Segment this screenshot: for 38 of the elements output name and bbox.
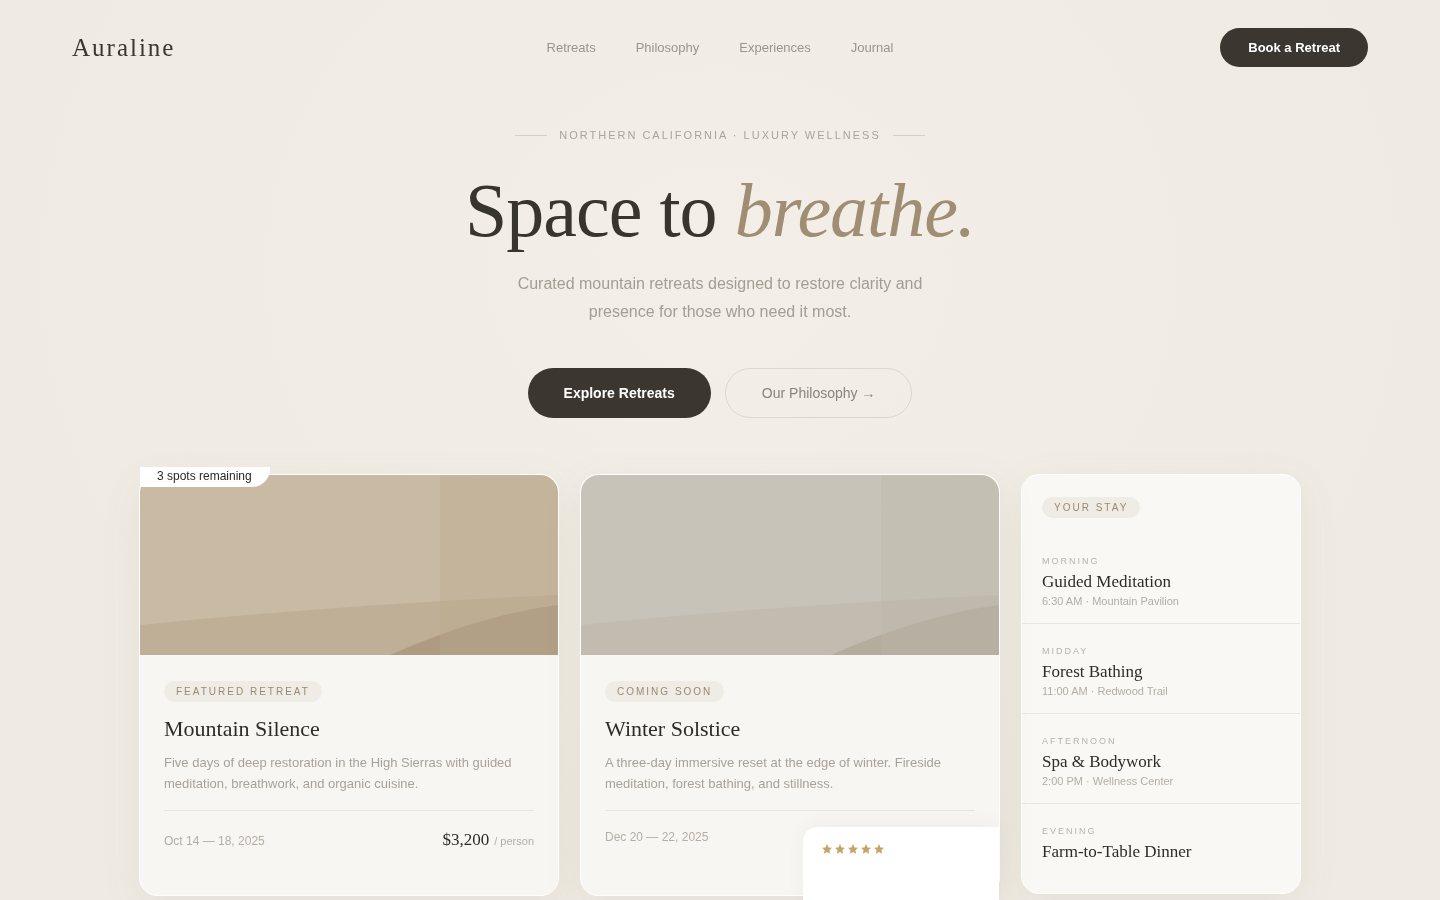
schedule-tag: YOUR STAY bbox=[1042, 497, 1141, 518]
schedule-title: Spa & Bodywork bbox=[1042, 752, 1162, 772]
star-icon bbox=[834, 843, 846, 855]
retreat-description: A three-day immersive reset at the edge of winter. Fireside meditation, forest bathing, and stillness. bbox=[605, 754, 942, 793]
retreat-description: Five days of deep restoration in the High Sierras with guided meditation, breathwork, and organic cuisine. bbox=[164, 754, 513, 793]
schedule-detail: 11:00 AM · Redwood Trail bbox=[1042, 685, 1169, 697]
retreat-price: $3,200 bbox=[442, 830, 490, 850]
schedule-period: MORNING bbox=[1042, 556, 1101, 566]
schedule-period: AFTERNOON bbox=[1042, 736, 1118, 746]
nav-link[interactable]: Journal bbox=[850, 40, 894, 55]
schedule-title: Guided Meditation bbox=[1042, 572, 1172, 592]
nav-link[interactable]: Philosophy bbox=[635, 40, 700, 55]
retreat-tag: FEATURED RETREAT bbox=[164, 681, 322, 702]
price-unit: / person bbox=[494, 835, 534, 847]
retreat-dates: Oct 14 — 18, 2025 bbox=[164, 834, 265, 848]
explore-button[interactable]: Explore Retreats bbox=[527, 368, 711, 418]
schedule-period: EVENING bbox=[1042, 826, 1098, 836]
schedule-title: Farm-to-Table Dinner bbox=[1042, 842, 1193, 862]
retreat-title: Winter Solstice bbox=[605, 716, 742, 742]
schedule-title: Forest Bathing bbox=[1042, 662, 1144, 682]
nav-link[interactable]: Experiences bbox=[739, 40, 811, 55]
retreat-dates: Dec 20 — 22, 2025 bbox=[605, 830, 709, 844]
star-icon bbox=[860, 843, 872, 855]
schedule-detail: 6:30 AM · Mountain Pavilion bbox=[1042, 595, 1180, 607]
star-icon bbox=[821, 843, 833, 855]
hero-subtitle: Curated mountain retreats designed to restore clarity and presence for those who need it most. bbox=[516, 274, 924, 322]
star-icon bbox=[873, 843, 885, 855]
book-button[interactable]: Book a Retreat bbox=[1220, 28, 1368, 67]
spots-badge: 3 spots remaining bbox=[140, 467, 270, 487]
brand-logo[interactable]: Auraline bbox=[72, 33, 547, 62]
retreat-tag: COMING SOON bbox=[605, 681, 725, 702]
eyebrow-text: NORTHERN CALIFORNIA · LUXURY WELLNESS bbox=[559, 129, 881, 141]
schedule-detail: 2:00 PM · Wellness Center bbox=[1042, 775, 1175, 787]
hero-title: Space to breathe. bbox=[465, 167, 975, 254]
retreat-title: Mountain Silence bbox=[164, 716, 321, 742]
nav-link[interactable]: Retreats bbox=[546, 40, 596, 55]
schedule-period: MIDDAY bbox=[1042, 646, 1090, 656]
star-icon bbox=[847, 843, 859, 855]
